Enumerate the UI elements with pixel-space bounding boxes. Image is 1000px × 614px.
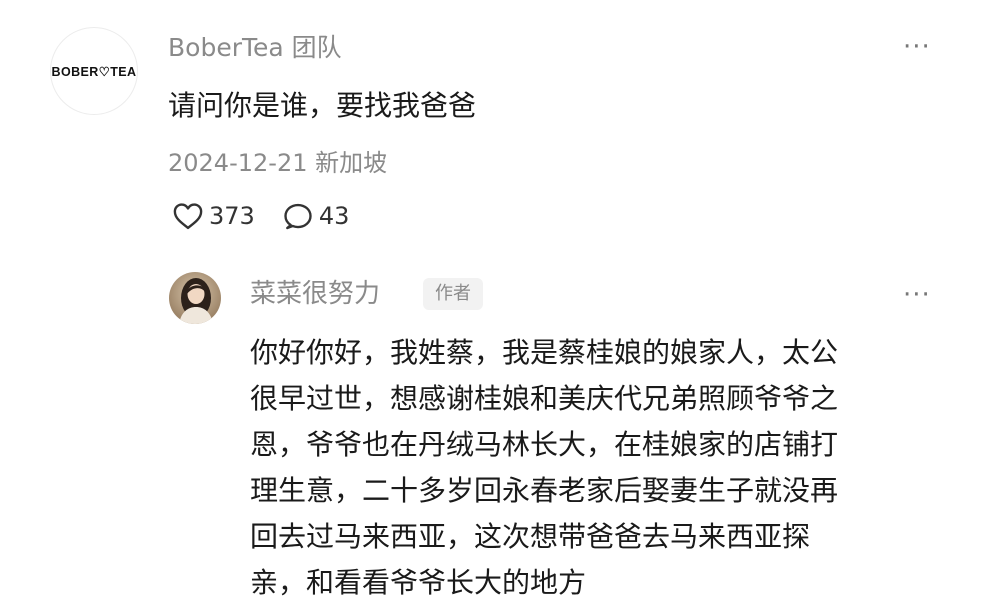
author-badge: 作者	[423, 278, 483, 310]
avatar[interactable]: BOBER♡TEA	[50, 27, 138, 115]
more-options-button[interactable]: ···	[903, 32, 931, 62]
ellipsis-icon: ···	[903, 280, 931, 310]
comment-actions: 373 43	[173, 198, 349, 234]
comment-bubble-icon	[283, 202, 313, 230]
reply-avatar[interactable]	[169, 272, 221, 324]
reply-text-line: 理生意，二十多岁回永春老家后娶妻生子就没再	[250, 474, 839, 507]
like-count: 373	[209, 202, 255, 230]
comment-date: 2024-12-21	[168, 149, 308, 177]
comment-author[interactable]: BoberTea 团队	[168, 30, 342, 66]
comment-location: 新加坡	[315, 149, 388, 177]
ellipsis-icon: ···	[903, 32, 931, 62]
heart-icon	[173, 202, 203, 230]
comment-thread: BOBER♡TEA BoberTea 团队 ··· 请问你是谁，要找我爸爸 20…	[0, 0, 1000, 614]
reply-text: 你好你好，我姓蔡，我是蔡桂娘的娘家人，太公 很早过世，想感谢桂娘和美庆代兄弟照顾…	[250, 330, 940, 606]
comment-meta: 2024-12-21 新加坡	[168, 145, 387, 181]
reply-text-line: 恩，爷爷也在丹绒马林长大，在桂娘家的店铺打	[250, 428, 839, 461]
reply-text-line: 回去过马来西亚，这次想带爸爸去马来西亚探	[250, 520, 811, 553]
reply-more-options-button[interactable]: ···	[903, 280, 931, 310]
reply-text-line: 很早过世，想感谢桂娘和美庆代兄弟照顾爷爷之	[250, 382, 839, 415]
reply-author[interactable]: 菜菜很努力	[250, 274, 380, 314]
bobertea-logo: BOBER♡TEA	[51, 64, 137, 79]
comment-text: 请问你是谁，要找我爸爸	[168, 89, 477, 122]
reply-count: 43	[318, 202, 350, 230]
reply-text-line: 你好你好，我姓蔡，我是蔡桂娘的娘家人，太公	[250, 336, 839, 369]
reply-count-button[interactable]: 43	[283, 198, 350, 234]
reply-text-line: 亲，和看看爷爷长大的地方	[250, 566, 587, 599]
like-button[interactable]: 373	[173, 198, 255, 234]
